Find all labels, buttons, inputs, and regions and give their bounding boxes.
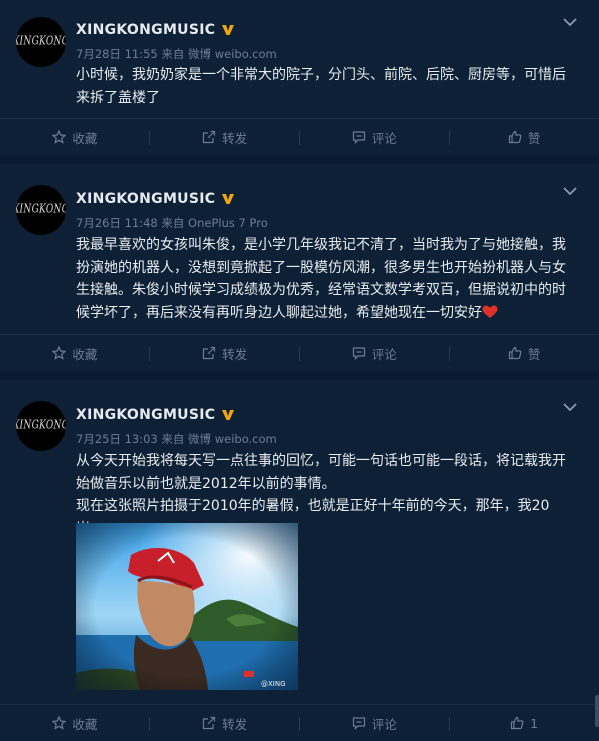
scrollbar[interactable]	[595, 695, 599, 727]
weibo-feed: XINGKONG XINGKONGMUSIC 7月28日 11:55 来自 微博…	[0, 0, 599, 741]
divider	[449, 717, 450, 731]
repost-icon	[203, 130, 216, 144]
post-meta: 7月26日 11:48 来自 OnePlus 7 Pro	[76, 215, 268, 231]
username-link[interactable]: XINGKONGMUSIC	[76, 191, 215, 207]
like-count: 1	[530, 715, 539, 731]
post-date[interactable]: 7月26日 11:48	[76, 216, 158, 230]
action-bar: 收藏 转发 评论 赞	[0, 119, 599, 155]
post-date[interactable]: 7月25日 13:03	[76, 432, 158, 446]
post-source: 来自 微博 weibo.com	[161, 47, 277, 61]
comment-icon	[352, 347, 365, 360]
comment-button[interactable]: 评论	[300, 119, 450, 155]
divider	[449, 347, 450, 361]
like-button[interactable]: 赞	[449, 335, 599, 371]
verified-badge-icon	[222, 25, 235, 35]
post-text: 小时候，我奶奶家是一个非常大的院子，分门头、前院、后院、厨房等，可惜后来拆了盖楼…	[76, 64, 576, 109]
comment-button[interactable]: 评论	[300, 335, 450, 371]
post-source: 来自 微博 weibo.com	[161, 432, 277, 446]
thumbs-up-icon	[508, 130, 522, 144]
post-source: 来自 OnePlus 7 Pro	[161, 216, 268, 230]
divider	[299, 347, 300, 361]
post-paragraph: 小时候，我奶奶家是一个非常大的院子，分门头、前院、后院、厨房等，可惜后来拆了盖楼…	[76, 67, 566, 106]
action-bar: 收藏 转发 评论 赞	[0, 335, 599, 371]
author-row: XINGKONGMUSIC	[76, 407, 235, 423]
thumbs-up-icon	[508, 346, 522, 360]
avatar[interactable]: XINGKONG	[16, 17, 66, 67]
collect-button[interactable]: 收藏	[0, 705, 150, 741]
repost-icon	[203, 346, 216, 360]
post-photo[interactable]: @XING	[76, 523, 298, 690]
red-heart-icon	[482, 305, 498, 318]
author-row: XINGKONGMUSIC	[76, 22, 235, 38]
star-icon	[52, 346, 67, 360]
repost-button[interactable]: 转发	[150, 705, 300, 741]
post-paragraph: 我最早喜欢的女孩叫朱俊，是小学几年级我记不清了，当时我为了与她接触，我扮演她的机…	[76, 237, 566, 321]
collect-button[interactable]: 收藏	[0, 335, 150, 371]
verified-badge-icon	[222, 410, 235, 420]
chevron-down-icon[interactable]	[563, 17, 577, 27]
post-date[interactable]: 7月28日 11:55	[76, 47, 158, 61]
star-icon	[52, 130, 67, 144]
thumbs-up-icon	[511, 716, 524, 730]
collect-button[interactable]: 收藏	[0, 119, 150, 155]
photo-watermark: @XING	[261, 680, 286, 688]
comment-icon	[352, 717, 365, 730]
action-bar: 收藏 转发 评论 1	[0, 705, 599, 741]
repost-icon	[203, 716, 216, 730]
chevron-down-icon[interactable]	[563, 402, 577, 412]
post-meta: 7月25日 13:03 来自 微博 weibo.com	[76, 431, 277, 447]
post-text: 我最早喜欢的女孩叫朱俊，是小学几年级我记不清了，当时我为了与她接触，我扮演她的机…	[76, 234, 576, 324]
chevron-down-icon[interactable]	[563, 186, 577, 196]
post-paragraph: 从今天开始我将每天写一点往事的回忆，可能一句话也可能一段话，将记载我开始做音乐以…	[76, 453, 566, 492]
author-row: XINGKONGMUSIC	[76, 191, 235, 207]
repost-button[interactable]: 转发	[150, 119, 300, 155]
like-button[interactable]: 1	[449, 705, 599, 741]
divider	[149, 717, 150, 731]
post-meta: 7月28日 11:55 来自 微博 weibo.com	[76, 46, 277, 62]
comment-icon	[352, 131, 365, 144]
verified-badge-icon	[222, 194, 235, 204]
star-icon	[52, 716, 67, 730]
avatar[interactable]: XINGKONG	[16, 401, 66, 451]
divider	[299, 131, 300, 145]
username-link[interactable]: XINGKONGMUSIC	[76, 407, 215, 423]
avatar[interactable]: XINGKONG	[16, 185, 66, 235]
repost-button[interactable]: 转发	[150, 335, 300, 371]
divider	[149, 131, 150, 145]
like-button[interactable]: 赞	[449, 119, 599, 155]
username-link[interactable]: XINGKONGMUSIC	[76, 22, 215, 38]
comment-button[interactable]: 评论	[300, 705, 450, 741]
post-card: XINGKONG XINGKONGMUSIC 7月28日 11:55 来自 微博…	[0, 0, 599, 155]
card-separator	[0, 371, 599, 380]
divider	[449, 131, 450, 145]
card-separator	[0, 155, 599, 164]
divider	[299, 717, 300, 731]
divider	[149, 347, 150, 361]
post-card: XINGKONG XINGKONGMUSIC 7月26日 11:48 来自 On…	[0, 164, 599, 371]
